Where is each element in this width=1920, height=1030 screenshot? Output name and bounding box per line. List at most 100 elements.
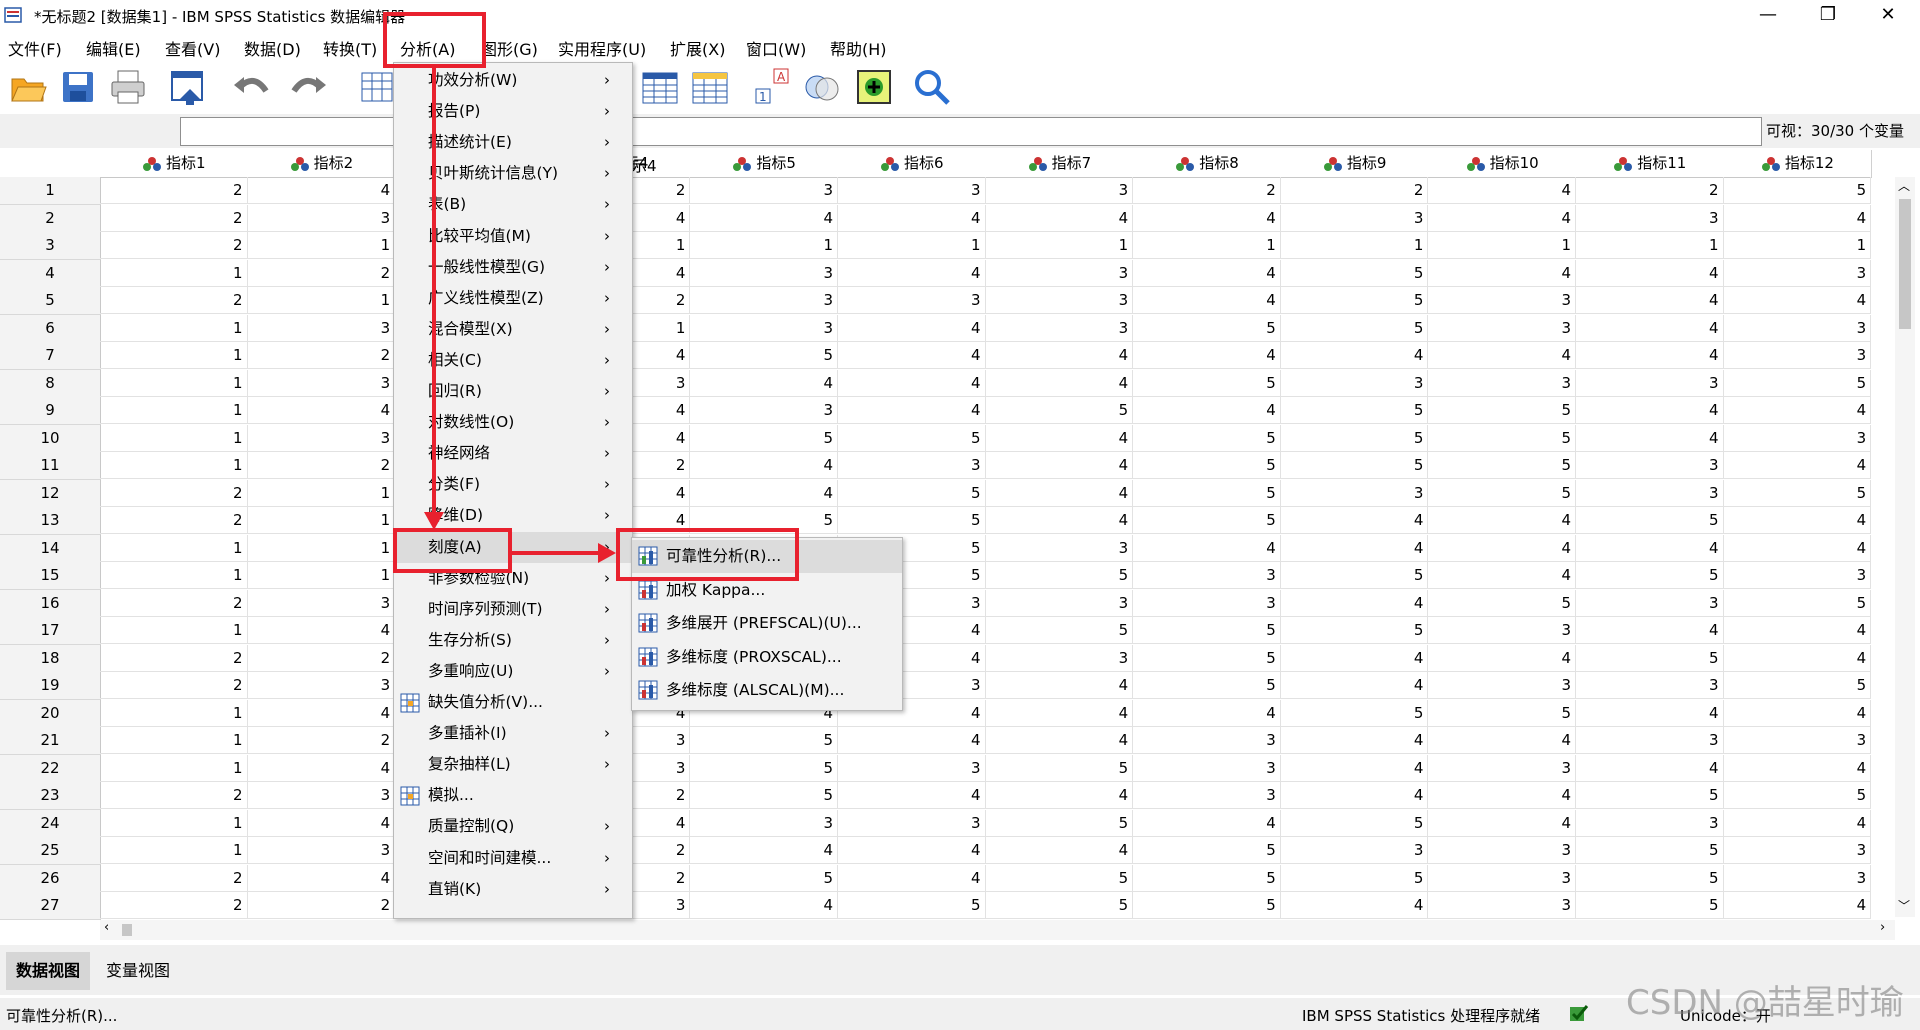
table-cell[interactable]: 4 [1576, 534, 1724, 562]
dialog-recall-icon[interactable] [168, 67, 208, 107]
analyze-menu-item[interactable]: 比较平均值(M) › [394, 221, 632, 252]
row-number[interactable]: 9 [0, 397, 101, 425]
table-cell[interactable]: 5 [1133, 617, 1281, 644]
table-cell[interactable]: 3 [247, 589, 396, 617]
table-cell[interactable]: 4 [1576, 754, 1724, 782]
table-cell[interactable]: 5 [1428, 452, 1576, 479]
table-cell[interactable]: 4 [838, 397, 986, 424]
analyze-menu-item[interactable]: 时间序列预测(T) › [394, 594, 632, 625]
scroll-up-icon[interactable]: ︿ [1898, 177, 1910, 194]
table-cell[interactable]: 4 [985, 672, 1134, 699]
table-cell[interactable]: 3 [690, 397, 838, 424]
table-cell[interactable]: 4 [1280, 892, 1429, 919]
table-cell[interactable]: 1 [247, 479, 396, 507]
menu-data[interactable]: 数据(D) [244, 36, 301, 60]
table-cell[interactable]: 3 [1280, 204, 1429, 232]
table-cell[interactable]: 3 [1723, 259, 1872, 287]
table-cell[interactable]: 2 [1280, 177, 1429, 204]
table-cell[interactable]: 1 [1428, 232, 1576, 259]
table-cell[interactable]: 4 [985, 699, 1134, 727]
table-cell[interactable]: 5 [838, 479, 986, 507]
table-cell[interactable]: 3 [1723, 342, 1872, 369]
table-cell[interactable]: 3 [247, 314, 396, 342]
table-cell[interactable]: 4 [985, 479, 1134, 507]
table-cell[interactable]: 5 [1133, 452, 1281, 479]
table-cell[interactable]: 3 [1133, 727, 1281, 754]
column-header[interactable]: 指标2 [247, 150, 397, 178]
table-cell[interactable]: 3 [1280, 369, 1429, 397]
menu-help[interactable]: 帮助(H) [830, 36, 887, 60]
table-cell[interactable]: 5 [1428, 699, 1576, 727]
scale-submenu-item[interactable]: 多维标度 (PROXSCAL)... [632, 641, 902, 674]
table-cell[interactable]: 4 [985, 424, 1134, 452]
analyze-menu-item[interactable]: 一般线性模型(G) › [394, 252, 632, 283]
table-cell[interactable]: 2 [247, 452, 396, 479]
tab-variable-view[interactable]: 变量视图 [96, 952, 180, 990]
table-cell[interactable]: 5 [1723, 369, 1872, 397]
table-cell[interactable]: 5 [1280, 452, 1429, 479]
table-cell[interactable]: 3 [1280, 479, 1429, 507]
column-header[interactable]: 指标9 [1280, 150, 1430, 178]
analyze-menu-item[interactable]: 贝叶斯统计信息(Y) › [394, 158, 632, 189]
menu-window[interactable]: 窗口(W) [746, 36, 806, 60]
search-icon[interactable] [912, 67, 952, 107]
column-header[interactable]: 指标7 [985, 150, 1135, 178]
table-cell[interactable]: 4 [690, 479, 838, 507]
table-cell[interactable]: 3 [1428, 672, 1576, 699]
analyze-menu-item[interactable]: 相关(C) › [394, 345, 632, 376]
table-cell[interactable]: 3 [1428, 314, 1576, 342]
table-cell[interactable]: 5 [1133, 892, 1281, 919]
table-cell[interactable]: 4 [838, 259, 986, 287]
table-cell[interactable]: 5 [985, 864, 1134, 892]
table-cell[interactable]: 4 [247, 699, 396, 727]
table-cell[interactable]: 1 [838, 232, 986, 259]
maximize-button[interactable]: ❐ [1800, 0, 1856, 30]
vertical-scroll-thumb[interactable] [1899, 199, 1911, 329]
show-all-variables-icon[interactable] [854, 67, 894, 107]
table-cell[interactable]: 4 [1576, 424, 1724, 452]
table-cell[interactable]: 5 [1133, 507, 1281, 534]
menu-file[interactable]: 文件(F) [8, 36, 62, 60]
analyze-menu-item[interactable]: 生存分析(S) › [394, 625, 632, 656]
table-cell[interactable]: 4 [690, 204, 838, 232]
scroll-left-icon[interactable]: ‹ [104, 920, 109, 935]
use-sets-icon[interactable] [802, 67, 842, 107]
table-cell[interactable]: 1 [1723, 232, 1872, 259]
table-cell[interactable]: 5 [1428, 397, 1576, 424]
table-cell[interactable]: 1 [100, 369, 248, 397]
table-cell[interactable]: 4 [1723, 287, 1872, 314]
row-number[interactable]: 27 [0, 892, 101, 920]
table-cell[interactable]: 5 [1280, 259, 1429, 287]
table-cell[interactable]: 5 [1428, 589, 1576, 617]
table-cell[interactable]: 1 [100, 699, 248, 727]
table-cell[interactable]: 5 [690, 727, 838, 754]
table-cell[interactable]: 4 [247, 809, 396, 837]
table-cell[interactable]: 4 [1576, 699, 1724, 727]
table-cell[interactable]: 4 [1428, 644, 1576, 672]
table-cell[interactable]: 5 [1280, 314, 1429, 342]
analyze-menu-item[interactable]: 缺失值分析(V)... [394, 687, 632, 718]
table-cell[interactable]: 3 [838, 809, 986, 837]
row-number[interactable]: 25 [0, 837, 101, 865]
table-cell[interactable]: 3 [985, 177, 1134, 204]
analyze-menu-item[interactable]: 神经网络 › [394, 438, 632, 469]
table-cell[interactable]: 4 [985, 507, 1134, 534]
table-cell[interactable]: 4 [1133, 397, 1281, 424]
table-cell[interactable]: 5 [985, 892, 1134, 919]
row-number[interactable]: 1 [0, 177, 101, 205]
row-number[interactable]: 22 [0, 754, 101, 783]
table-cell[interactable]: 1 [247, 287, 396, 314]
table-cell[interactable]: 4 [1576, 314, 1724, 342]
table-cell[interactable]: 4 [1428, 204, 1576, 232]
table-cell[interactable]: 3 [1576, 589, 1724, 617]
table-cell[interactable]: 2 [100, 672, 248, 699]
table-cell[interactable]: 3 [1428, 864, 1576, 892]
table-cell[interactable]: 3 [985, 644, 1134, 672]
table-cell[interactable]: 4 [247, 864, 396, 892]
table-cell[interactable]: 4 [1723, 204, 1872, 232]
table-cell[interactable]: 5 [1576, 644, 1724, 672]
table-cell[interactable]: 3 [1133, 562, 1281, 589]
scale-submenu-item[interactable]: 多维展开 (PREFSCAL)(U)... [632, 607, 902, 640]
table-cell[interactable]: 5 [838, 507, 986, 534]
analyze-menu-item[interactable]: 空间和时间建模... › [394, 843, 632, 874]
